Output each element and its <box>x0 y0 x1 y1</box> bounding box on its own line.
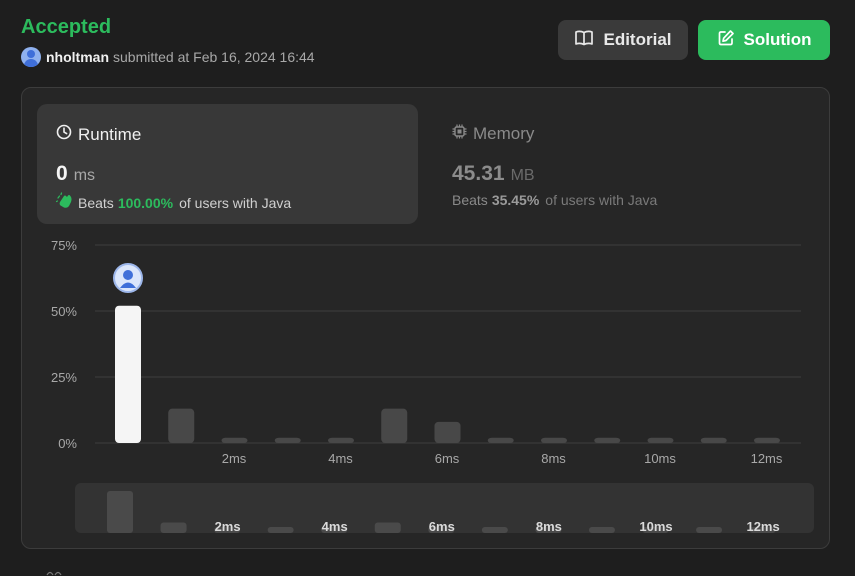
minimap-bars: 2ms 4ms 6ms 8ms 10ms 12ms <box>107 491 780 534</box>
minimap-bar <box>588 527 615 533</box>
runtime-unit: ms <box>73 167 96 184</box>
solution-label: Solution <box>743 30 812 49</box>
memory-beats-label: Beats <box>452 192 488 208</box>
clock-icon <box>56 124 72 145</box>
minimap-x-tick-label: 8ms <box>536 519 562 533</box>
runtime-title-label: Runtime <box>78 124 142 144</box>
chart-range-minimap[interactable]: 2ms 4ms 6ms 8ms 10ms 12ms <box>75 483 814 534</box>
memory-beats-percent: 35.45% <box>491 192 540 208</box>
submitted-time: submitted at Feb 16, 2024 16:44 <box>113 49 315 65</box>
solution-button[interactable]: Solution <box>698 20 830 60</box>
memory-beats: Beats 35.45% of users with Java <box>452 192 657 208</box>
user-avatar[interactable] <box>21 47 41 67</box>
edit-icon <box>717 29 735 52</box>
runtime-beats: Beats 100.00% of users with Java <box>55 192 292 213</box>
runtime-number: 0 <box>56 162 68 185</box>
minimap-bar <box>160 522 187 533</box>
clap-icon <box>55 192 74 213</box>
memory-value: 45.31 MB <box>452 162 535 186</box>
minimap-bar <box>107 491 133 533</box>
chip-icon <box>452 124 467 144</box>
memory-title-label: Memory <box>473 124 535 143</box>
runtime-card[interactable]: Runtime 0 ms Beats 100.00% of users with… <box>37 104 418 224</box>
runtime-title: Runtime <box>56 124 141 145</box>
runtime-beats-percent: 100.00% <box>117 194 174 211</box>
minimap-x-tick-label: 4ms <box>322 519 348 533</box>
runtime-beats-label: Beats <box>78 194 114 211</box>
submitter-info: nholtman submitted at Feb 16, 2024 16:44 <box>21 46 315 68</box>
minimap-bar <box>374 522 401 533</box>
memory-unit: MB <box>510 167 535 184</box>
minimap-x-tick-label: 6ms <box>429 519 455 533</box>
minimap-bar <box>481 527 508 533</box>
book-icon <box>574 29 594 52</box>
footer-hint-icon <box>45 568 63 576</box>
memory-title: Memory <box>452 124 534 144</box>
runtime-value: 0 ms <box>56 162 95 186</box>
memory-card[interactable]: Memory 45.31 MB Beats 35.45% of users wi… <box>437 104 818 224</box>
memory-number: 45.31 <box>452 162 505 185</box>
runtime-beats-rest: of users with Java <box>179 194 292 211</box>
minimap-x-tick-label: 10ms <box>639 519 672 533</box>
editorial-label: Editorial <box>603 30 672 49</box>
minimap-x-tick-label: 12ms <box>746 519 779 533</box>
minimap-bar <box>696 527 723 533</box>
memory-beats-rest: of users with Java <box>545 192 658 208</box>
editorial-button[interactable]: Editorial <box>558 20 688 60</box>
minimap-x-tick-label: 2ms <box>215 519 241 533</box>
performance-panel: Runtime 0 ms Beats 100.00% of users with… <box>21 87 830 549</box>
username-link[interactable]: nholtman <box>46 49 109 65</box>
submission-status: Accepted <box>21 16 112 38</box>
minimap-bar <box>267 527 294 533</box>
